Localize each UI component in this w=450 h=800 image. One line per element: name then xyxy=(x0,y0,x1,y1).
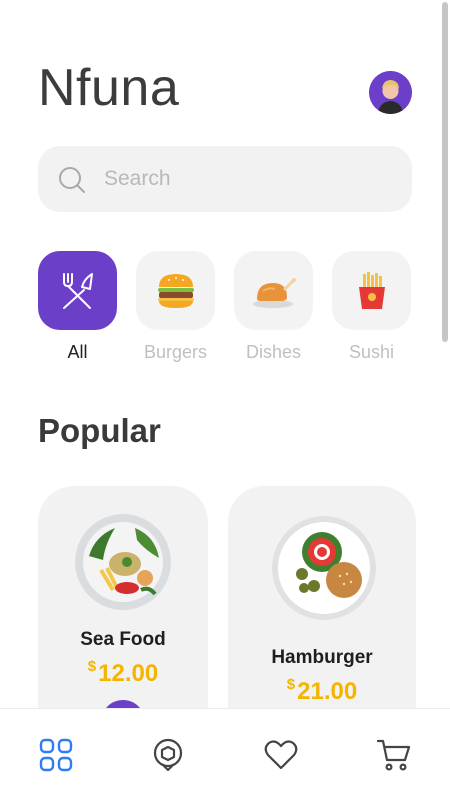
food-price: $12.00 xyxy=(38,658,208,688)
category-label: Sushi xyxy=(348,342,395,362)
currency-symbol: $ xyxy=(286,676,296,693)
category-sushi-tile[interactable] xyxy=(332,251,411,330)
category-dishes[interactable]: Dishes xyxy=(234,251,313,363)
nav-favorites[interactable] xyxy=(263,737,299,773)
popular-title: Popular xyxy=(38,412,161,449)
category-label: Burgers xyxy=(143,342,208,362)
roast-chicken-icon xyxy=(252,277,296,308)
price-value: 21.00 xyxy=(297,678,358,705)
category-burgers[interactable]: Burgers xyxy=(136,251,215,363)
nav-home[interactable] xyxy=(38,737,74,773)
hamburger-plate-icon xyxy=(272,516,376,620)
food-price: $21.00 xyxy=(228,676,416,706)
category-all-tile[interactable] xyxy=(38,251,117,330)
currency-symbol: $ xyxy=(87,658,97,675)
fries-icon xyxy=(358,271,385,309)
burger-icon xyxy=(157,273,194,308)
category-label: Dishes xyxy=(245,342,302,362)
category-sushi[interactable]: Sushi xyxy=(332,251,411,363)
category-label: All xyxy=(67,342,88,362)
seafood-plate-icon xyxy=(75,514,171,610)
price-value: 12.00 xyxy=(98,660,159,687)
food-name: Hamburger xyxy=(271,647,373,668)
bottom-nav xyxy=(0,708,450,800)
app-title: Nfuna xyxy=(38,59,180,117)
nav-cart[interactable] xyxy=(376,737,412,773)
heart-icon xyxy=(264,740,298,770)
search-input[interactable] xyxy=(104,146,394,212)
location-pin-icon xyxy=(153,738,183,772)
category-burgers-tile[interactable] xyxy=(136,251,215,330)
category-all[interactable]: All xyxy=(38,251,117,363)
fork-knife-icon xyxy=(62,272,93,309)
scrollbar[interactable] xyxy=(442,2,448,342)
food-name: Sea Food xyxy=(80,629,166,650)
avatar[interactable] xyxy=(369,71,412,114)
cart-icon xyxy=(377,739,411,771)
nav-location[interactable] xyxy=(150,737,186,773)
grid-icon xyxy=(39,738,73,772)
search-bar[interactable] xyxy=(38,146,412,212)
category-dishes-tile[interactable] xyxy=(234,251,313,330)
search-icon xyxy=(59,167,85,193)
